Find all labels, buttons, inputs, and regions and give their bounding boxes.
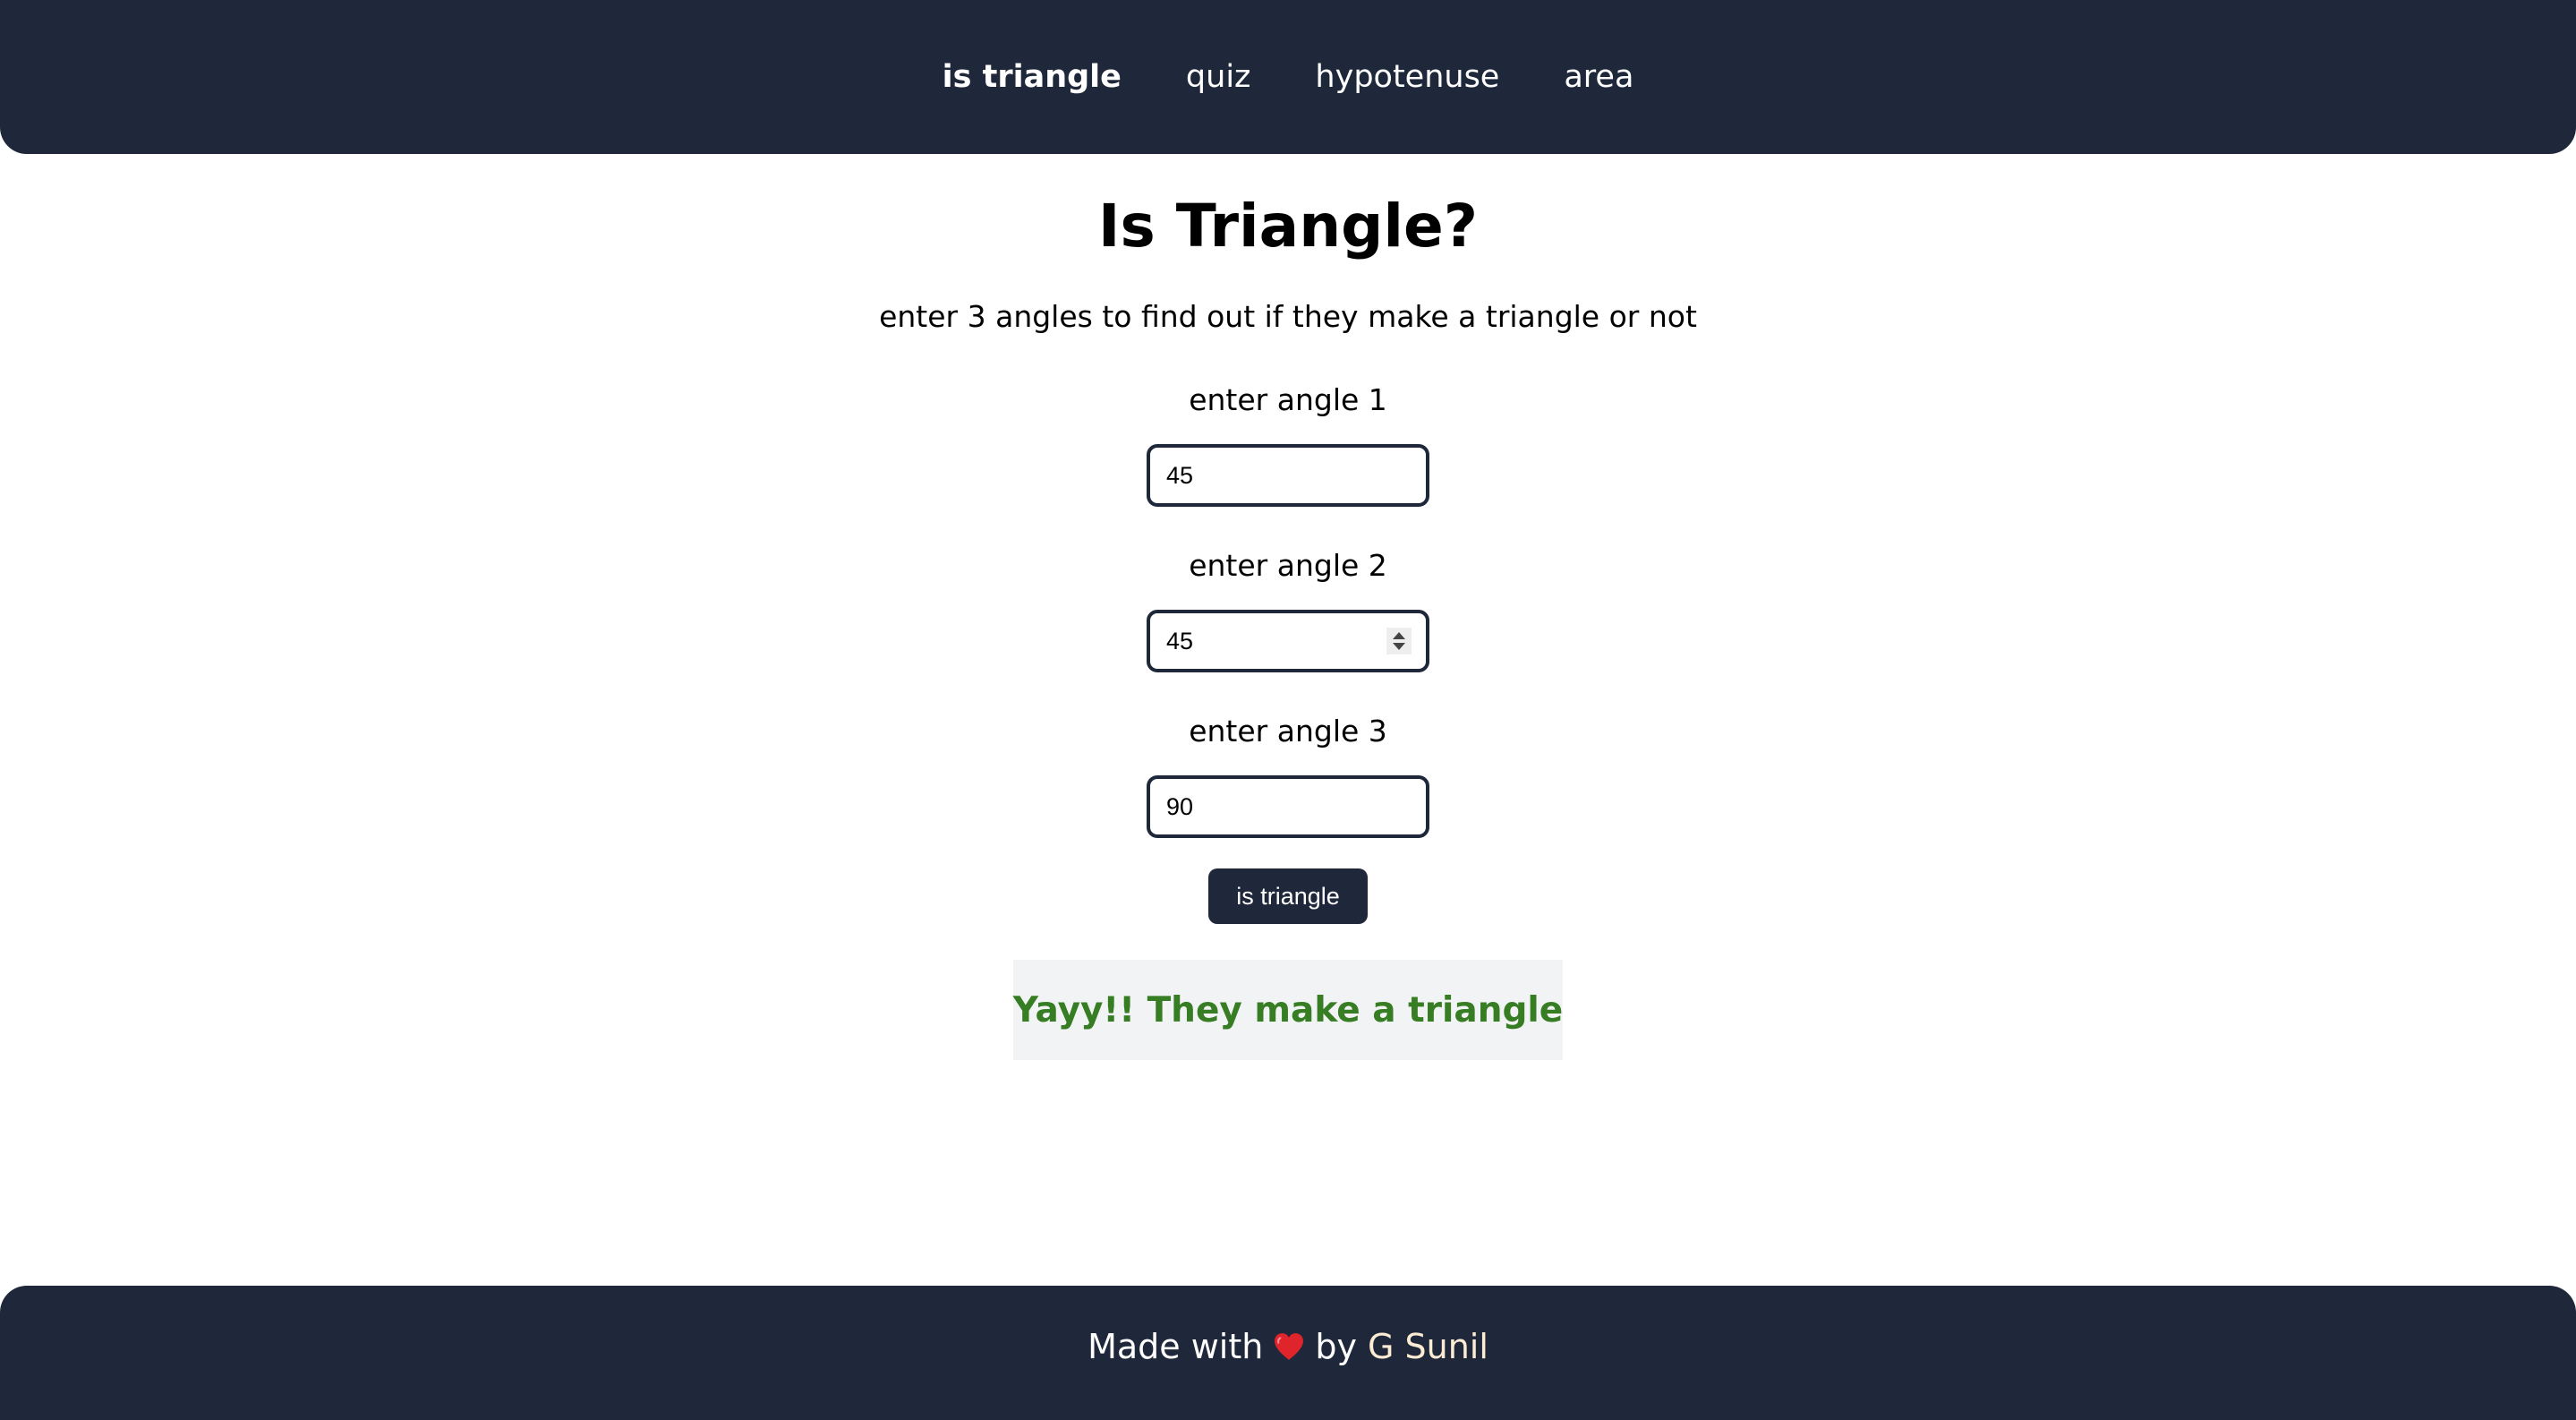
result-box: Yayy!! They make a triangle [1013,960,1563,1060]
angle-1-input[interactable]: 45 [1147,444,1429,507]
nav-link-is-triangle[interactable]: is triangle [943,59,1122,95]
number-spinner-icon[interactable] [1386,628,1412,654]
nav-link-hypotenuse[interactable]: hypotenuse [1315,59,1499,95]
nav-link-area[interactable]: area [1564,59,1633,95]
heart-icon [1275,1333,1304,1360]
footer-credit: Made with by G Sunil [1088,1327,1488,1366]
angle-2-value: 45 [1166,627,1194,654]
nav-link-quiz[interactable]: quiz [1186,59,1251,95]
footer: Made with by G Sunil [0,1286,2576,1420]
top-navbar: is triangle quiz hypotenuse area [0,0,2576,154]
footer-prefix: Made with [1088,1327,1264,1366]
page-title: Is Triangle? [1097,192,1479,261]
angle-1-value: 45 [1166,461,1194,489]
main-content: Is Triangle? enter 3 angles to find out … [0,154,2576,1060]
angle-2-label: enter angle 2 [1189,548,1387,583]
page-subtitle: enter 3 angles to find out if they make … [879,299,1697,334]
author-link[interactable]: G Sunil [1368,1327,1488,1366]
spinner-down-icon[interactable] [1393,643,1405,650]
is-triangle-button[interactable]: is triangle [1208,868,1368,924]
angle-1-label: enter angle 1 [1189,382,1387,417]
angle-3-input[interactable]: 90 [1147,775,1429,838]
angle-3-label: enter angle 3 [1189,714,1387,748]
spinner-up-icon[interactable] [1393,632,1405,639]
angle-2-input[interactable]: 45 [1147,610,1429,672]
result-message: Yayy!! They make a triangle [1012,989,1564,1031]
page: is triangle quiz hypotenuse area Is Tria… [0,0,2576,1420]
footer-by: by [1315,1327,1357,1366]
angle-3-value: 90 [1166,792,1194,820]
